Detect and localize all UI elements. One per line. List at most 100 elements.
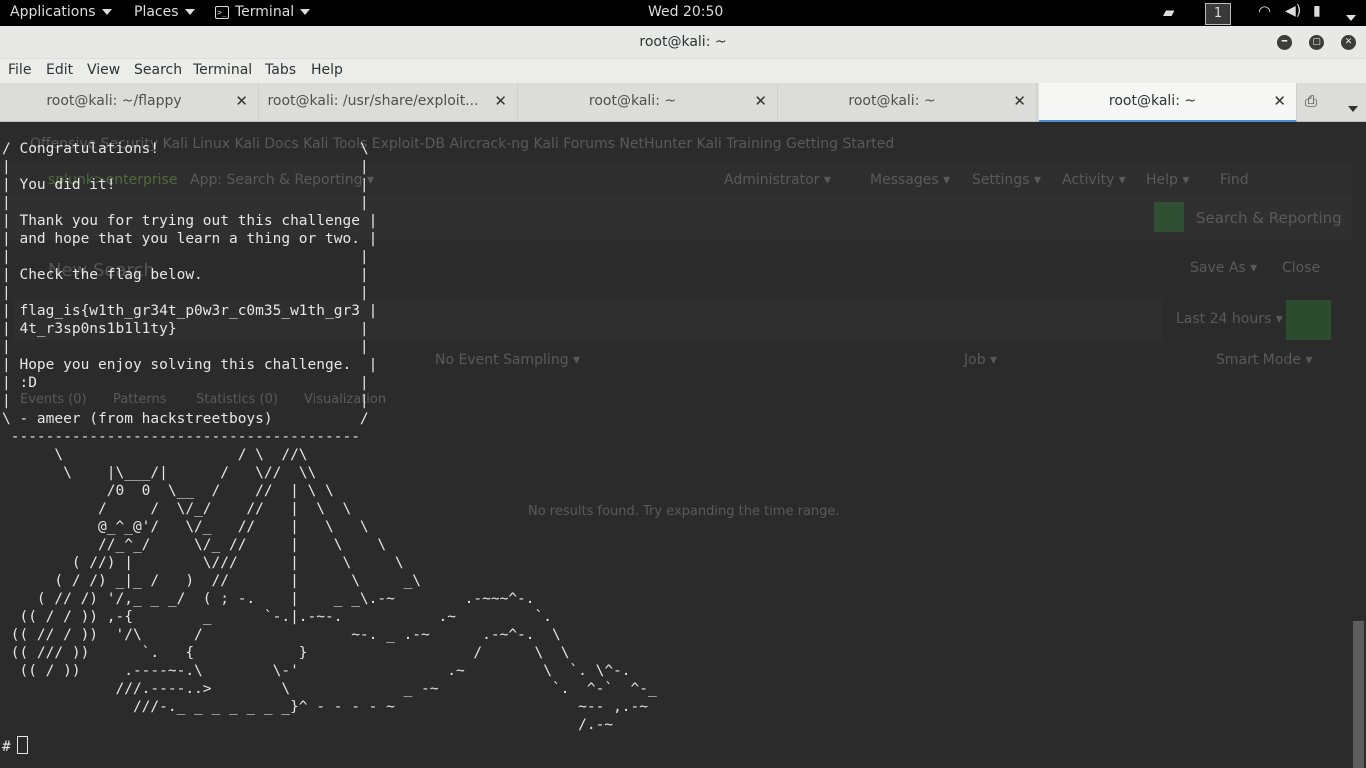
chevron-down-icon [1348,105,1358,112]
ascii-art-line: / / \/_/ // | \ \ [2,501,352,517]
ascii-art-line: ///.----..> \ _ -~ `. ^-` ^-_ [2,681,657,697]
system-menu[interactable] [1340,10,1356,26]
close-icon[interactable]: ✕ [1013,92,1026,110]
window-titlebar[interactable]: root@kali: ~ ━ ▢ ✕ [0,26,1366,59]
menu-help[interactable]: Help [311,62,343,78]
tab-label: root@kali: ~/flappy [46,93,182,109]
ghost-search-reporting: Search & Reporting [1196,209,1342,227]
ghost-settings: Settings ▾ [972,172,1041,188]
chevron-down-icon [300,9,311,15]
tab-home-active[interactable]: root@kali: ~ ✕ [1039,83,1297,122]
ghost-event-sampling: No Event Sampling ▾ [435,352,581,368]
close-icon[interactable]: ✕ [754,92,767,110]
ascii-art-line: ( // /) '/,_ _ _/ ( ; -. | _ _\.-~ .-~~~… [2,591,535,607]
tab-label: root@kali: ~ [588,93,677,109]
tab-home-1[interactable]: root@kali: ~ ✕ [518,83,778,121]
tabs-menu-button[interactable] [1342,99,1358,117]
terminal-line: | | [2,393,369,409]
text-cursor [16,736,28,754]
wifi-icon[interactable]: ◠ [1258,2,1271,20]
chevron-down-icon [1346,15,1356,21]
terminal-line: ---------------------------------------- [2,429,360,445]
menu-terminal[interactable]: Terminal [193,62,252,78]
prompt-symbol: # [2,739,11,755]
tab-label: root@kali: /usr/share/exploit... [267,93,479,109]
ascii-art-line: /.-~ [2,717,614,733]
new-tab-icon[interactable]: ⎙ [1305,92,1317,110]
close-button[interactable]: ✕ [1341,35,1356,50]
terminal-line: | You did it! | [2,177,369,193]
ascii-art-line: (( / / )) ,-{ _ `-.|.-~-. .~ `. [2,609,552,625]
shell-prompt[interactable]: # [2,736,28,756]
menu-tabs[interactable]: Tabs [265,62,296,78]
battery-icon[interactable]: ▮ [1313,3,1321,19]
menubar: File Edit View Search Terminal Tabs Help [0,59,1366,83]
tab-label: root@kali: ~ [1108,93,1197,109]
terminal-line: | Thank you for trying out this challeng… [2,213,378,229]
terminal-line: | and hope that you learn a thing or two… [2,231,378,247]
menu-edit[interactable]: Edit [46,62,73,78]
terminal-line: \ - ameer (from hackstreetboys) / [2,411,369,427]
ghost-messages: Messages ▾ [870,172,951,188]
ascii-art-line: @_^_@'/ \/_ // | \ \ [2,519,369,535]
top-bar: Applications Places >_ Terminal Wed 20:50… [0,0,1366,26]
places-menu[interactable]: Places [134,4,195,20]
ascii-art-line: \ |\___/| / \// \\ [2,465,317,481]
applications-menu[interactable]: Applications [10,4,112,20]
flag-line: | flag_is{w1th_gr34t_p0w3r_c0m35_w1th_gr… [2,303,378,319]
terminal-line: / Congratulations! \ [2,141,369,157]
chevron-down-icon [184,9,195,15]
menu-view[interactable]: View [87,62,120,78]
ghost-no-results: No results found. Try expanding the time… [528,504,840,519]
ghost-search-button [1286,300,1331,340]
chevron-down-icon [101,9,112,15]
tab-bar: root@kali: ~/flappy ✕ root@kali: /usr/sh… [0,83,1366,122]
ghost-time-range: Last 24 hours ▾ [1176,311,1283,327]
tab-exploitdb[interactable]: root@kali: /usr/share/exploit... ✕ [259,83,518,121]
ascii-art-line: ( //) | \/// | \ \ [2,555,404,571]
ascii-art-line: //_^_/ \/_ // | \ \ [2,537,387,553]
ghost-activity: Activity ▾ [1062,172,1126,188]
ghost-save-as: Save As ▾ [1190,260,1258,276]
ghost-job: Job ▾ [964,352,998,368]
terminal-view[interactable]: Offensive Security Kali Linux Kali Docs … [0,122,1352,768]
terminal-line: | | [2,195,369,211]
ascii-art-line: ///-._ _ _ _ _ _ _}^ - - - - ~ ~-- ,.-~ [2,699,649,715]
tab-label: root@kali: ~ [848,93,936,109]
terminal-line: | | [2,159,369,175]
window-title: root@kali: ~ [639,34,727,50]
ascii-art-line: (( / )) .----~-.\ \-' .~ \ `. \^-. [2,663,631,679]
terminal-app-menu[interactable]: >_ Terminal [215,4,311,20]
ascii-art-line: /0 0 \__ / // | \ \ [2,483,334,499]
terminal-line: | Check the flag below. | [2,267,369,283]
flag-line: | 4t_r3sp0ns1b1l1ty} | [2,321,369,337]
close-icon[interactable]: ✕ [235,92,248,110]
terminal-line: | | [2,249,369,265]
ghost-close: Close [1282,260,1321,276]
close-icon[interactable]: ✕ [1273,92,1286,110]
tab-flappy[interactable]: root@kali: ~/flappy ✕ [0,83,259,121]
ghost-app-icon [1154,202,1184,232]
video-camera-icon[interactable]: ▰ [1163,3,1175,21]
ghost-smart-mode: Smart Mode ▾ [1216,352,1313,368]
terminal-line: | Hope you enjoy solving this challenge.… [2,357,378,373]
close-icon[interactable]: ✕ [494,92,507,110]
ghost-help: Help ▾ [1146,172,1190,188]
terminal-line: | :D | [2,375,369,391]
ghost-find: Find [1220,172,1249,188]
scrollbar-thumb[interactable] [1353,621,1364,768]
terminal-line: | | [2,339,369,355]
minimize-button[interactable]: ━ [1277,35,1292,50]
menu-file[interactable]: File [8,62,31,78]
terminal-line: | | [2,285,369,301]
ascii-art-line: ( / /) _|_ / ) // | \ _\ [2,573,422,589]
clock[interactable]: Wed 20:50 [648,4,723,20]
maximize-button[interactable]: ▢ [1309,35,1324,50]
ascii-art-line: (( // / )) '/\ / ~-. _ .-~ .-~^-. \ [2,627,561,643]
menu-search[interactable]: Search [134,62,182,78]
ghost-admin: Administrator ▾ [724,172,831,188]
volume-icon[interactable]: ◀) [1285,3,1301,19]
tab-home-2[interactable]: root@kali: ~ ✕ [778,83,1037,121]
workspace-indicator[interactable]: 1 [1205,3,1231,25]
ascii-art-line: (( /// )) `. { } / \ \ [2,645,570,661]
